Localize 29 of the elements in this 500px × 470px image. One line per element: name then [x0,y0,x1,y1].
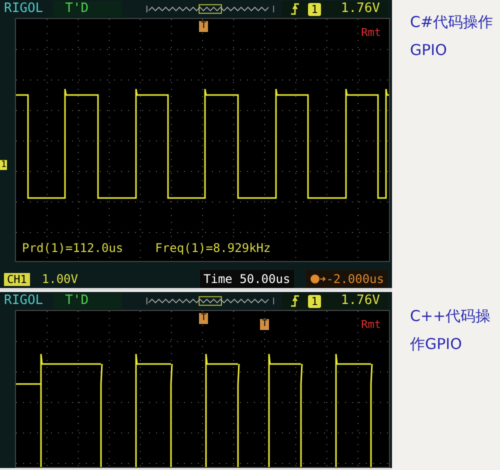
rising-edge-icon [290,3,300,15]
mode-label: T'D [53,1,122,17]
trigger-level: 1.76V [340,0,380,18]
brand-label: RIGOL [4,292,44,310]
trigger-offset-icon [310,274,326,284]
rising-edge-icon [290,295,300,307]
memory-waveform-icon [146,3,274,15]
channel-marker: 1 [0,160,8,170]
channel-badge: 1 [308,2,321,16]
volts-per-div: 1.00V [42,271,78,288]
channel-badge: 1 [308,294,321,308]
trigger-marker: T [199,313,208,324]
memory-waveform-icon [146,295,274,307]
trigger-position-marker: T [260,319,270,330]
measurement-readout: Freq(1)=8.929kHz [155,240,271,257]
remote-label: Rmt [361,317,381,333]
mode-label: T'D [53,293,122,309]
caption-text: C#代码操作 [410,12,494,33]
trigger-marker: T [199,21,208,32]
timebase-label: Time 50.00us [200,270,294,288]
trigger-level: 1.76V [340,292,380,310]
caption-text: 作GPIO [410,334,463,355]
caption-text: GPIO [410,40,448,61]
measurement-readout: Prd(1)=112.0us [22,240,124,257]
brand-label: RIGOL [4,0,44,18]
trigger-offset: -2.000us [306,270,388,288]
remote-label: Rmt [361,25,381,41]
channel-label: CH1 [4,272,30,286]
caption-text: C++代码操 [410,306,492,327]
